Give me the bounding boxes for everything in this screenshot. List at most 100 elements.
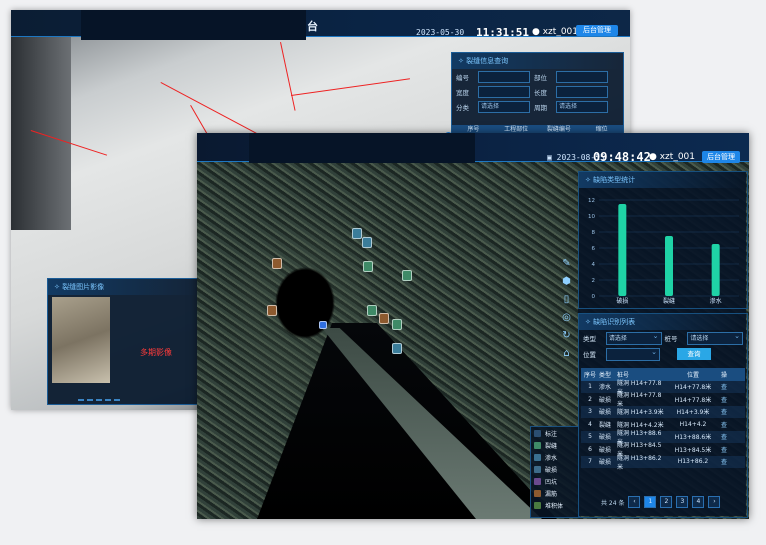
page-button[interactable]: 1 [644,496,657,508]
table-cell: 渗水 [599,384,612,392]
legend-swatch [534,477,541,485]
search-button[interactable]: 查询 [677,348,711,360]
calendar-icon: ▣ [547,153,552,162]
defect-marker[interactable] [352,228,362,239]
view-link[interactable]: 查 [721,432,741,441]
pagination: 共 24 条 ‹ 1 2 3 4 › [601,496,721,508]
y-tick-label: 12 [588,198,595,204]
bar[interactable] [665,236,673,296]
legend-label: 堆积体 [545,502,564,510]
view-link[interactable]: 查 [721,407,741,416]
defect-marker[interactable] [363,261,373,272]
position-label: 位置 [583,351,596,359]
filter-row: 类型 请选择 桩号 请选择 [579,330,747,346]
legend-item[interactable]: 漏筋 [531,487,579,499]
defect-marker[interactable] [319,321,327,329]
back-user[interactable]: ● xzt_001 [532,27,578,37]
table-cell: 5 [588,433,592,441]
legend-label: 标注 [545,430,558,438]
page-button[interactable]: 4 [692,496,705,508]
defect-marker[interactable] [379,313,389,324]
defect-marker[interactable] [367,305,377,316]
prev-page-button[interactable]: ‹ [628,496,641,508]
carousel-dots[interactable] [78,399,120,401]
legend-item[interactable]: 渗水 [531,451,579,463]
right-sidebar: ✧ 缺陷类型统计 0 2 4 6 8 10 12 破损 裂缝 渗水 ✧ 缺陷识别列表 类型 请选择… [578,171,748,518]
tool-strip: ✎ ⬢ ▯ ◎ ↻ ⌂ [561,258,573,359]
view-link[interactable]: 查 [721,395,741,404]
field-input-part[interactable] [556,70,608,83]
front-admin-button[interactable]: 后台管理 [702,151,740,163]
defect-marker[interactable] [392,343,402,354]
table-cell: 3 [588,408,592,416]
table-row[interactable]: 7 破损 隧洞 H13+86.2米 H13+86.2 查 [581,455,745,471]
defect-marker[interactable] [402,270,412,281]
view-link[interactable]: 查 [721,445,741,454]
legend-swatch [534,429,541,437]
legend-label: 裂缝 [545,442,558,450]
page-button[interactable]: 2 [660,496,673,508]
table-cell: 隧洞 H14+3.9米 [617,409,664,417]
ruler-icon[interactable]: ▯ [561,294,572,305]
page-button[interactable]: 3 [676,496,689,508]
front-username: xzt_001 [659,152,695,162]
defect-legend: 标注 裂缝 渗水 破损 凹坑 漏筋 堆积体 [530,426,580,518]
table-row[interactable]: 3 破损 隧洞 H14+3.9米 H14+3.9米 查 [581,405,745,418]
bar[interactable] [711,244,720,296]
field-label-part: 部位 [534,73,547,82]
type-label: 类型 [583,335,596,343]
hexagon-icon[interactable]: ⬢ [561,276,572,287]
field-label-width: 宽度 [456,88,469,97]
legend-item[interactable]: 裂缝 [531,439,579,451]
layers-icon[interactable]: ◎ [561,312,572,323]
back-title-block [81,10,306,40]
crack-query-title-text: 裂缝信息查询 [466,57,509,65]
table-cell: H13+84.5米 [674,446,712,454]
chart-panel-title: ✧ 缺陷类型统计 [579,172,747,188]
legend-item[interactable]: 堆积体 [531,499,579,511]
select-class[interactable]: 请选择 [478,100,530,113]
field-input-id[interactable] [478,70,530,83]
defect-marker[interactable] [267,305,277,316]
view-link[interactable]: 查 [721,420,741,429]
back-admin-button[interactable]: 后台管理 [576,25,618,36]
legend-label: 漏筋 [545,490,558,498]
field-input-length[interactable] [556,85,608,98]
table-cell: H14+3.9米 [676,409,710,417]
defect-marker[interactable] [272,258,282,269]
defect-marker[interactable] [362,237,372,248]
table-cell: 6 [588,445,592,453]
pile-select[interactable]: 请选择 [687,331,743,345]
type-select[interactable]: 请选择 [605,331,662,345]
position-input[interactable] [606,347,660,361]
refresh-icon[interactable]: ↻ [561,330,572,341]
legend-label: 凹坑 [545,478,558,486]
bar[interactable] [618,204,627,296]
y-tick-label: 0 [592,294,596,300]
legend-item[interactable]: 标注 [531,427,579,439]
legend-item[interactable]: 破损 [531,463,579,475]
field-label-period: 周期 [534,103,547,112]
defect-marker[interactable] [392,319,402,330]
filter-row: 位置 查询 [579,346,747,362]
crack-photo[interactable] [52,297,110,383]
table-row[interactable]: 2 破损 隧洞 H14+77.8米 H14+77.8米 查 [581,392,745,409]
trash-icon[interactable]: ⌂ [561,348,572,359]
pin-icon[interactable]: ✎ [561,258,572,269]
y-tick-label: 6 [592,246,596,252]
field-input-width[interactable] [478,85,530,98]
select-period[interactable]: 请选择 [556,100,608,113]
view-link[interactable]: 查 [721,382,741,391]
y-tick-label: 8 [592,230,596,236]
view-link[interactable]: 查 [721,457,741,466]
form-row: 编号 部位 [452,69,623,84]
table-cell: 隧洞 H14+77.8米 [617,392,662,409]
defect-table: 序号 类型 桩号 位置 操 1 渗水 隧洞 H14+77.8米 H14+77.8米查 2… [581,368,745,471]
table-cell: 2 [588,395,592,403]
legend-item[interactable]: 凹坑 [531,475,579,487]
next-page-button[interactable]: › [708,496,721,508]
table-cell: H13+86.2 [677,458,709,466]
front-user[interactable]: ● xzt_001 [649,152,695,162]
y-tick-label: 2 [592,278,596,284]
defect-list-panel: ✧ 缺陷识别列表 类型 请选择 桩号 请选择 位置 查询 序号 类型 桩号 位置… [578,313,748,518]
